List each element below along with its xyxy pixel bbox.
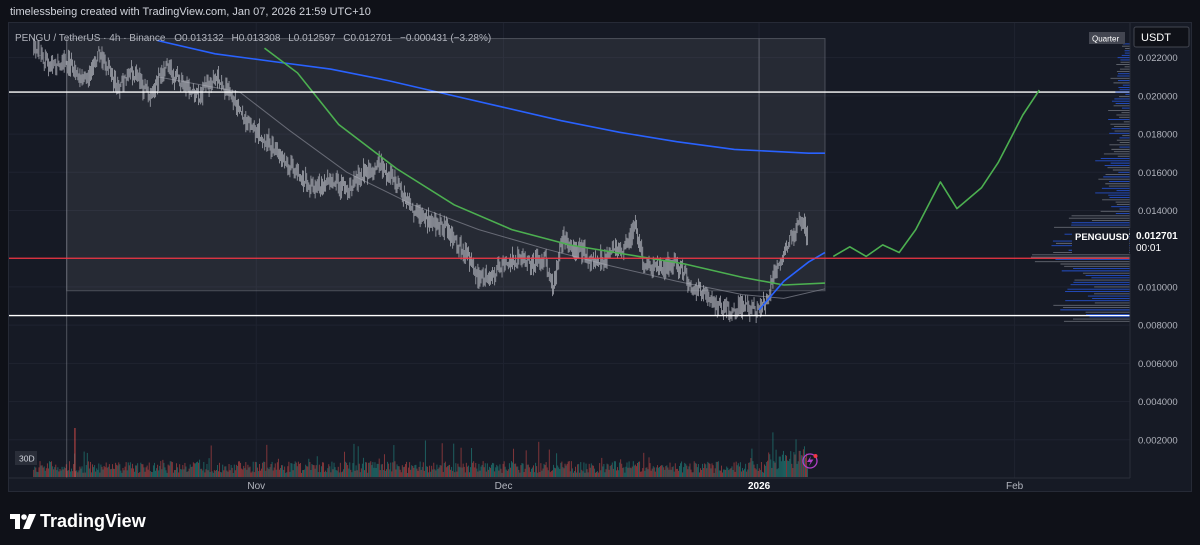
last-price-value: 0.012701 bbox=[1136, 231, 1178, 242]
chart-frame[interactable]: PENGU / TetherUS · 4h · Binance O0.01313… bbox=[8, 22, 1192, 492]
price-tick: 0.004000 bbox=[1138, 397, 1178, 408]
price-tick: 0.020000 bbox=[1138, 91, 1178, 102]
chart-credit: timelessbeing created with TradingView.c… bbox=[10, 6, 371, 18]
tradingview-logo-icon bbox=[10, 513, 36, 529]
selection-range bbox=[66, 38, 826, 292]
price-tick: 0.022000 bbox=[1138, 53, 1178, 64]
price-tick: 0.014000 bbox=[1138, 206, 1178, 217]
time-tick: Nov bbox=[247, 481, 265, 491]
range-badge-label: 30D bbox=[19, 454, 35, 464]
legend-open: O0.013132 bbox=[174, 33, 224, 44]
brand-name: TradingView bbox=[40, 510, 146, 531]
price-chart[interactable]: PENGU / TetherUS · 4h · Binance O0.01313… bbox=[9, 23, 1191, 491]
time-tick: 2026 bbox=[748, 481, 771, 491]
symbol-tag-label: PENGUUSDT bbox=[1075, 232, 1135, 243]
price-tick: 0.006000 bbox=[1138, 359, 1178, 370]
legend-symbol: PENGU / TetherUS · 4h · Binance bbox=[15, 33, 166, 44]
bar-countdown: 00:01 bbox=[1136, 243, 1161, 254]
legend-high: H0.013308 bbox=[232, 33, 281, 44]
profile-period-label: Quarter bbox=[1092, 35, 1119, 44]
symbol-legend: PENGU / TetherUS · 4h · Binance O0.01313… bbox=[15, 33, 491, 44]
price-tick: 0.002000 bbox=[1138, 435, 1178, 446]
legend-close: C0.012701 bbox=[343, 33, 392, 44]
currency-label: USDT bbox=[1141, 32, 1171, 44]
price-tick: 0.008000 bbox=[1138, 321, 1178, 332]
price-tick: 0.018000 bbox=[1138, 130, 1178, 141]
tradingview-brand: TradingView bbox=[10, 509, 146, 533]
time-tick: Dec bbox=[495, 481, 513, 491]
legend-change: −0.000431 (−3.28%) bbox=[400, 33, 491, 44]
legend-low: L0.012597 bbox=[288, 33, 336, 44]
price-tick: 0.010000 bbox=[1138, 282, 1178, 293]
time-tick: Feb bbox=[1006, 481, 1024, 491]
price-tick: 0.016000 bbox=[1138, 168, 1178, 179]
